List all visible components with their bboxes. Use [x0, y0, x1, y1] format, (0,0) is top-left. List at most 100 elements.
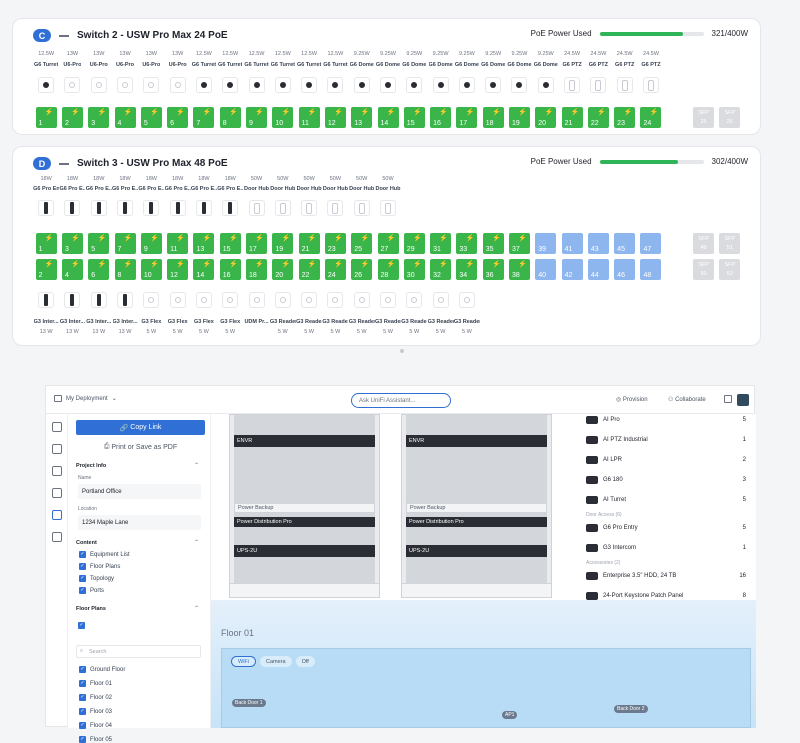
switch-port[interactable]: 33 ⚡: [456, 233, 478, 254]
collaborate-button[interactable]: ⚇ Collaborate: [668, 396, 706, 403]
device-tile[interactable]: [406, 77, 423, 93]
device-tile[interactable]: [642, 77, 659, 93]
book-icon[interactable]: [52, 422, 62, 432]
device-tile[interactable]: [301, 292, 318, 308]
switch-port[interactable]: 1 ⚡: [35, 107, 57, 128]
provision-button[interactable]: ◎ Provision: [616, 396, 648, 403]
switch-port[interactable]: 37 ⚡: [508, 233, 530, 254]
device-tile[interactable]: [353, 200, 370, 216]
rack-2[interactable]: ENVR Power Backup Power Distribution Pro UP…: [401, 414, 552, 598]
sfp-port[interactable]: SFP 52: [719, 259, 741, 280]
device-tile[interactable]: [117, 200, 134, 216]
device-tile[interactable]: [485, 77, 502, 93]
equipment-row[interactable]: Enterprise 3.5" HDD, 24 TB 16: [586, 572, 746, 580]
floor-option[interactable]: ✓ Ground Floor: [79, 666, 125, 673]
device-tile[interactable]: [458, 77, 475, 93]
rack-unit[interactable]: Power Distribution Pro: [234, 517, 375, 527]
floor-option[interactable]: ✓ Floor 03: [79, 708, 112, 715]
device-tile[interactable]: [143, 292, 160, 308]
switch-port[interactable]: 10 ⚡: [140, 259, 162, 280]
device-tile[interactable]: [222, 77, 239, 93]
chevron-up-icon[interactable]: ⌃: [194, 462, 199, 469]
switch-port[interactable]: 20 ⚡: [535, 107, 557, 128]
sfp-port[interactable]: SFP 26: [719, 107, 741, 128]
content-option[interactable]: ✓ Topology: [79, 575, 114, 582]
switch-port[interactable]: 5 ⚡: [88, 233, 110, 254]
switch-port[interactable]: 23 ⚡: [614, 107, 636, 128]
switch-port[interactable]: 1 ⚡: [35, 233, 57, 254]
device-tile[interactable]: [301, 200, 318, 216]
sfp-port[interactable]: SFP 25: [693, 107, 715, 128]
switch-port[interactable]: 38 ⚡: [508, 259, 530, 280]
switch-port[interactable]: 3 ⚡: [61, 233, 83, 254]
equipment-row[interactable]: AI PTZ Industrial 1: [586, 436, 746, 444]
device-tile[interactable]: [64, 200, 81, 216]
checkbox[interactable]: ✓: [79, 680, 86, 687]
switch-port[interactable]: 30 ⚡: [403, 259, 425, 280]
switch-port[interactable]: 34 ⚡: [456, 259, 478, 280]
checkbox[interactable]: ✓: [79, 736, 86, 743]
switch-port[interactable]: 24 ⚡: [324, 259, 346, 280]
layer-camera[interactable]: Camera: [260, 656, 292, 667]
device-tile[interactable]: [380, 77, 396, 93]
switch-port[interactable]: 17 ⚡: [456, 107, 478, 128]
device-tile[interactable]: [222, 200, 239, 216]
rack-unit[interactable]: ENVR: [406, 435, 547, 447]
device-tile[interactable]: [511, 77, 528, 93]
switch-port[interactable]: 39: [535, 233, 557, 254]
switch-port[interactable]: 12 ⚡: [324, 107, 346, 128]
device-tile[interactable]: [169, 77, 186, 93]
avatar[interactable]: [737, 394, 749, 406]
switch-port[interactable]: 46: [614, 259, 636, 280]
device-tile[interactable]: [169, 200, 186, 216]
device-tile[interactable]: [195, 77, 212, 93]
switch-port[interactable]: 15 ⚡: [403, 107, 425, 128]
device-tile[interactable]: [301, 77, 318, 93]
checkbox[interactable]: ✓: [79, 666, 86, 673]
switch-port[interactable]: 21 ⚡: [298, 233, 320, 254]
rack-1[interactable]: ENVR Power Backup Power Distribution Pro UP…: [229, 414, 380, 598]
location-field[interactable]: 1234 Maple Lane: [78, 515, 201, 530]
device-tile[interactable]: [327, 77, 344, 93]
cart-icon[interactable]: [52, 532, 62, 542]
checkbox[interactable]: ✓: [79, 708, 86, 715]
switch-port[interactable]: 35 ⚡: [482, 233, 504, 254]
device-tile[interactable]: [38, 200, 55, 216]
device-tile[interactable]: [327, 200, 344, 216]
print-save-button[interactable]: ⎙ Print or Save as PDF: [76, 441, 205, 453]
switch-port[interactable]: 23 ⚡: [324, 233, 346, 254]
device-tile[interactable]: [248, 292, 265, 308]
device-tile[interactable]: [169, 292, 186, 308]
device-tile[interactable]: [195, 200, 212, 216]
device-tile[interactable]: [590, 77, 607, 93]
switch-port[interactable]: 28 ⚡: [377, 259, 399, 280]
switch-port[interactable]: 22 ⚡: [587, 107, 609, 128]
switch-port[interactable]: 29 ⚡: [403, 233, 425, 254]
device-tile[interactable]: [327, 292, 344, 308]
equipment-row[interactable]: 24-Port Keystone Patch Panel 8: [586, 592, 746, 600]
chevron-up-icon[interactable]: ⌃: [194, 539, 199, 546]
device-tile[interactable]: [432, 77, 449, 93]
equipment-row[interactable]: AI Pro 5: [586, 416, 746, 424]
device-tile[interactable]: [274, 200, 291, 216]
switch-port[interactable]: 8 ⚡: [219, 107, 241, 128]
device-tile[interactable]: [458, 292, 475, 308]
switch-port[interactable]: 9 ⚡: [246, 107, 268, 128]
checkbox[interactable]: ✓: [79, 722, 86, 729]
device-tile[interactable]: [248, 200, 265, 216]
floor-option[interactable]: ✓ Floor 02: [79, 694, 112, 701]
name-field[interactable]: Portland Office: [78, 484, 201, 499]
device-tile[interactable]: [90, 292, 107, 308]
switch-port[interactable]: 11 ⚡: [167, 233, 189, 254]
map-label-ap[interactable]: AP1: [502, 711, 518, 719]
switch-port[interactable]: 22 ⚡: [298, 259, 320, 280]
switch-port[interactable]: 2 ⚡: [61, 107, 83, 128]
switch-port[interactable]: 44: [587, 259, 609, 280]
sfp-port[interactable]: SFP 51: [719, 233, 741, 254]
device-tile[interactable]: [38, 77, 55, 93]
switch-port[interactable]: 18 ⚡: [482, 107, 504, 128]
switch-port[interactable]: 25 ⚡: [351, 233, 373, 254]
switch-port[interactable]: 42: [561, 259, 583, 280]
device-tile[interactable]: [117, 77, 134, 93]
switch-port[interactable]: 10 ⚡: [272, 107, 294, 128]
